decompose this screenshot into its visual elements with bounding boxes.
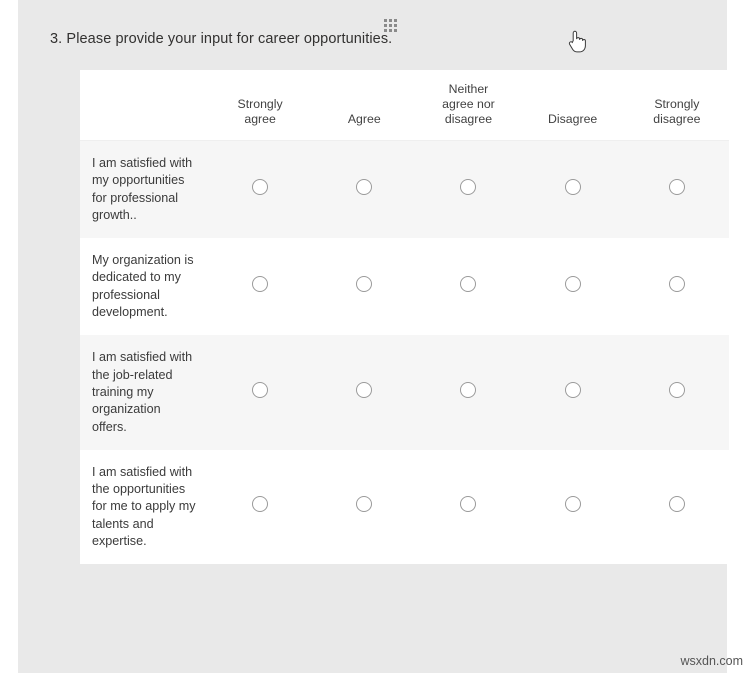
matrix-option-cell[interactable] <box>416 335 521 450</box>
radio-button-unselected-icon[interactable] <box>668 178 685 195</box>
matrix-option-cell[interactable] <box>624 238 729 336</box>
drag-dot <box>389 24 392 27</box>
column-header-strongly-disagree: Strongly disagree <box>624 70 729 141</box>
matrix-option-cell[interactable] <box>624 140 729 239</box>
matrix-option-cell[interactable] <box>416 238 521 336</box>
form-question-panel: 3. Please provide your input for career … <box>18 0 729 673</box>
row-label: I am satisfied with my opportunities for… <box>80 140 208 239</box>
matrix-option-cell[interactable] <box>520 238 625 336</box>
likert-matrix-table: Strongly agree Agree Neither agree nor d… <box>80 70 729 565</box>
drag-dot <box>394 24 397 27</box>
column-header-line1: Strongly <box>237 97 283 111</box>
radio-button-unselected-icon[interactable] <box>356 276 373 293</box>
matrix-option-cell[interactable] <box>416 449 521 565</box>
column-header-disagree: Disagree <box>520 70 625 141</box>
radio-button-unselected-icon[interactable] <box>356 178 373 195</box>
row-label: My organization is dedicated to my profe… <box>80 238 208 336</box>
drag-dot <box>394 19 397 22</box>
matrix-option-cell[interactable] <box>312 140 417 239</box>
radio-button-unselected-icon[interactable] <box>460 496 477 513</box>
radio-button-unselected-icon[interactable] <box>356 496 373 513</box>
matrix-option-cell[interactable] <box>312 335 417 450</box>
column-header-line2: agree nor <box>442 97 495 111</box>
column-header-line2: Agree <box>347 112 381 126</box>
radio-button-unselected-icon[interactable] <box>252 381 269 398</box>
table-row: I am satisfied with my opportunities for… <box>80 140 729 239</box>
radio-button-unselected-icon[interactable] <box>668 381 685 398</box>
drag-dot <box>384 24 387 27</box>
drag-dot <box>389 19 392 22</box>
table-row: My organization is dedicated to my profe… <box>80 238 729 336</box>
column-header-line1: Neither <box>448 82 489 96</box>
matrix-option-cell[interactable] <box>520 335 625 450</box>
drag-dot <box>394 29 397 32</box>
column-header-strongly-agree: Strongly agree <box>208 70 313 141</box>
matrix-option-cell[interactable] <box>416 140 521 239</box>
radio-button-unselected-icon[interactable] <box>564 276 581 293</box>
matrix-option-cell[interactable] <box>208 140 313 239</box>
column-header-agree: Agree <box>312 70 417 141</box>
radio-button-unselected-icon[interactable] <box>564 178 581 195</box>
radio-button-unselected-icon[interactable] <box>564 496 581 513</box>
question-title: 3. Please provide your input for career … <box>50 31 393 47</box>
table-row: I am satisfied with the job-related trai… <box>80 335 729 450</box>
matrix-option-cell[interactable] <box>208 335 313 450</box>
column-header-line2: disagree <box>653 112 701 126</box>
matrix-option-cell[interactable] <box>520 140 625 239</box>
matrix-body: I am satisfied with my opportunities for… <box>80 140 729 565</box>
table-row: I am satisfied with the opportunities fo… <box>80 449 729 565</box>
column-header-neither-agree-nor-disagree: Neither agree nor disagree <box>416 70 521 141</box>
matrix-option-cell[interactable] <box>312 449 417 565</box>
matrix-option-cell[interactable] <box>520 449 625 565</box>
column-header-line1: Strongly <box>654 97 700 111</box>
radio-button-unselected-icon[interactable] <box>252 496 269 513</box>
matrix-option-cell[interactable] <box>312 238 417 336</box>
radio-button-unselected-icon[interactable] <box>252 276 269 293</box>
matrix-option-cell[interactable] <box>208 449 313 565</box>
column-header-line2: Disagree <box>548 112 598 126</box>
radio-button-unselected-icon[interactable] <box>356 381 373 398</box>
matrix-option-cell[interactable] <box>208 238 313 336</box>
row-label: I am satisfied with the job-related trai… <box>80 335 208 450</box>
matrix-option-cell[interactable] <box>624 449 729 565</box>
radio-button-unselected-icon[interactable] <box>668 496 685 513</box>
column-header-line2: agree <box>244 112 276 126</box>
radio-button-unselected-icon[interactable] <box>460 178 477 195</box>
row-label: I am satisfied with the opportunities fo… <box>80 449 208 565</box>
matrix-header-row: Strongly agree Agree Neither agree nor d… <box>80 70 729 141</box>
radio-button-unselected-icon[interactable] <box>460 276 477 293</box>
drag-dot <box>384 19 387 22</box>
radio-button-unselected-icon[interactable] <box>460 381 477 398</box>
matrix-option-cell[interactable] <box>624 335 729 450</box>
watermark: wsxdn.com <box>680 654 743 668</box>
column-header-line3: disagree <box>444 112 493 126</box>
radio-button-unselected-icon[interactable] <box>252 178 269 195</box>
likert-matrix-card: Strongly agree Agree Neither agree nor d… <box>80 70 729 565</box>
radio-button-unselected-icon[interactable] <box>668 276 685 293</box>
matrix-corner-cell <box>80 70 208 141</box>
radio-button-unselected-icon[interactable] <box>564 381 581 398</box>
